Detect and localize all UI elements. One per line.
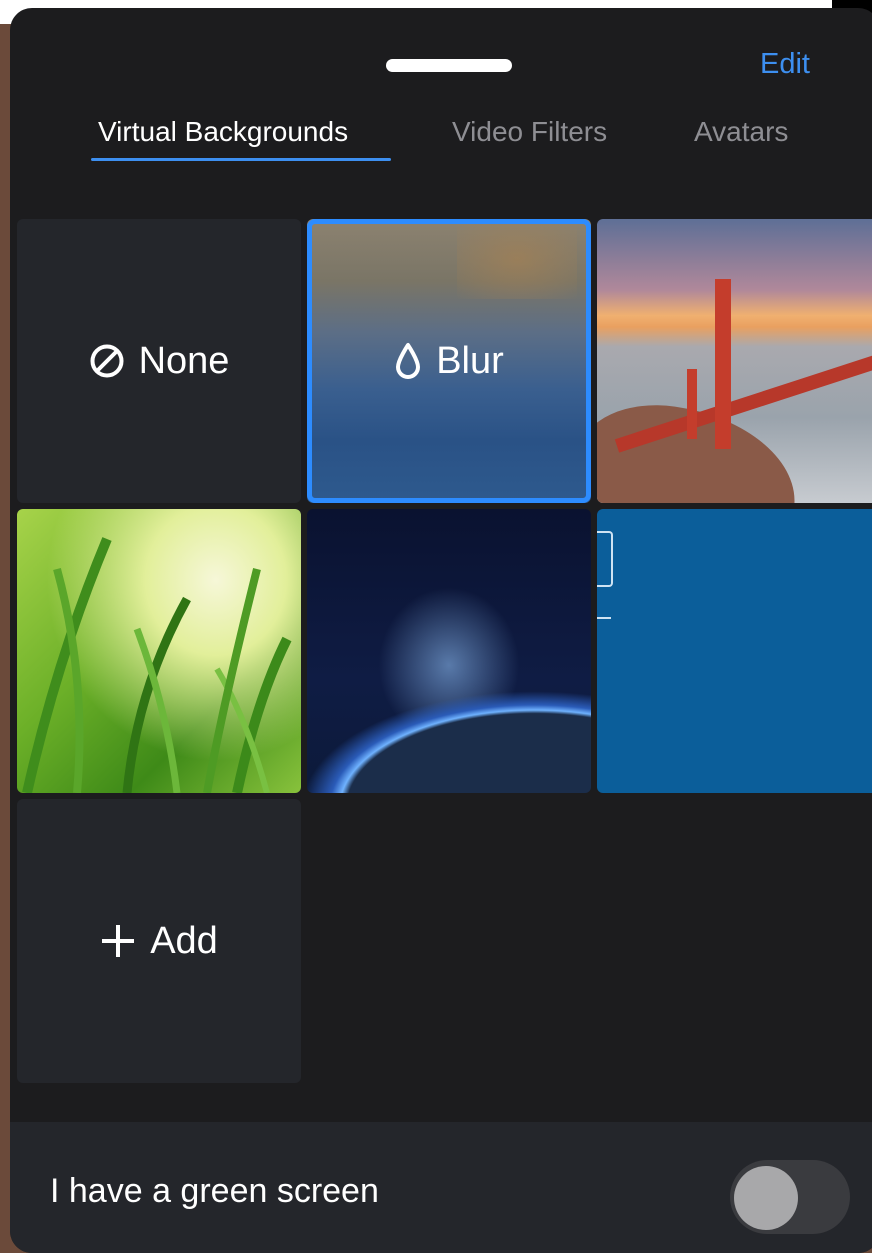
tab-video-filters[interactable]: Video Filters: [452, 116, 607, 148]
edit-button[interactable]: Edit: [760, 48, 810, 81]
add-background-tile[interactable]: Add: [17, 799, 301, 1083]
slide-line-shape: [597, 617, 611, 619]
virtual-background-sheet: Edit Virtual Backgrounds Video Filters A…: [10, 8, 872, 1253]
selected-ring: [307, 219, 591, 503]
bridge-tower-shape-2: [687, 369, 697, 439]
background-none-tile[interactable]: None: [17, 219, 301, 503]
active-tab-indicator: [91, 158, 391, 161]
slide-frame-shape: [597, 531, 613, 587]
plus-icon: [100, 923, 136, 959]
tab-avatars[interactable]: Avatars: [694, 116, 788, 148]
grass-blades: [22, 537, 292, 793]
sheet-grabber-handle[interactable]: [386, 59, 512, 72]
none-label: None: [138, 339, 230, 382]
none-tile-content: None: [17, 219, 301, 503]
green-screen-row: I have a green screen: [10, 1122, 872, 1253]
add-tile-content: Add: [17, 799, 301, 1083]
toggle-knob: [734, 1166, 798, 1230]
background-image-grass[interactable]: [17, 509, 301, 793]
bridge-tower-shape: [715, 279, 731, 449]
tab-bar: Virtual Backgrounds Video Filters Avatar…: [10, 112, 872, 162]
tab-virtual-backgrounds[interactable]: Virtual Backgrounds: [98, 116, 348, 148]
add-label: Add: [150, 919, 218, 962]
background-image-blue[interactable]: [597, 509, 872, 793]
green-screen-toggle[interactable]: [730, 1160, 850, 1234]
no-entry-icon: [89, 343, 125, 379]
green-screen-label: I have a green screen: [50, 1172, 379, 1210]
background-image-earth[interactable]: [307, 509, 591, 793]
background-image-bridge[interactable]: [597, 219, 872, 503]
background-blur-tile[interactable]: Blur: [307, 219, 591, 503]
